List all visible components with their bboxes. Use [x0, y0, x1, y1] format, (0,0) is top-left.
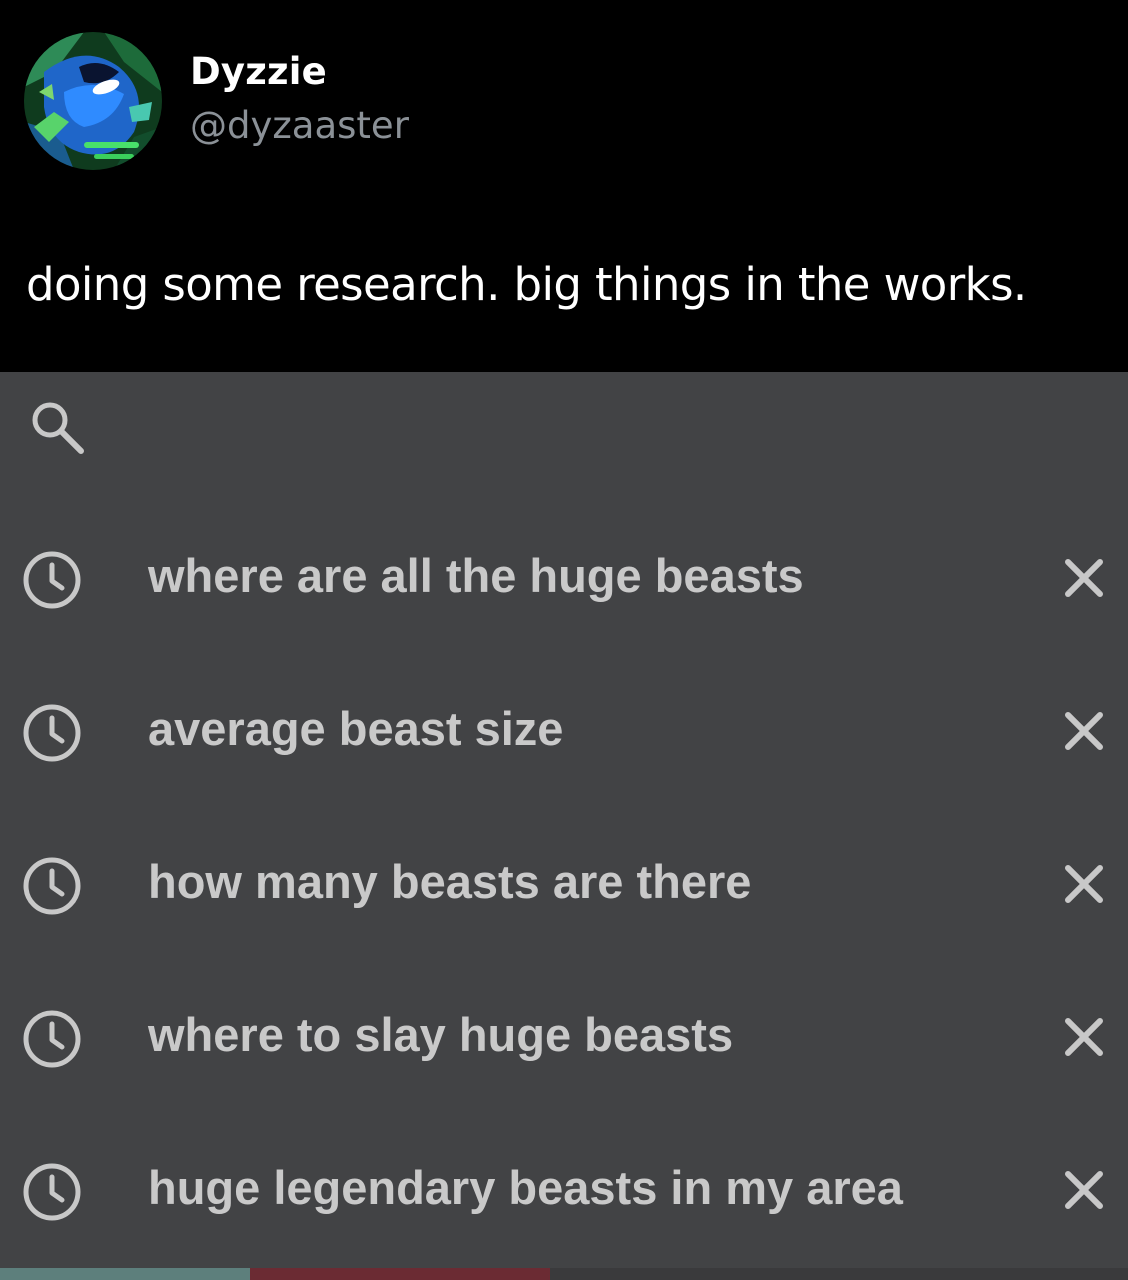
- suggestion-label: average beast size: [148, 702, 564, 755]
- close-icon[interactable]: [1058, 858, 1110, 910]
- tweet: Dyzzie @dyzaaster doing some research. b…: [0, 0, 1128, 372]
- avatar[interactable]: [24, 32, 162, 170]
- suggestion-label: how many beasts are there: [148, 855, 752, 908]
- suggestion-label: where are all the huge beasts: [148, 549, 804, 602]
- author-name[interactable]: Dyzzie: [190, 50, 327, 93]
- search-suggestions-panel: where are all the huge beasts average be…: [0, 372, 1128, 1280]
- close-icon[interactable]: [1058, 552, 1110, 604]
- clock-icon: [23, 1010, 81, 1068]
- author-handle[interactable]: @dyzaaster: [190, 104, 409, 147]
- background-strip: [0, 1268, 1128, 1280]
- suggestion-item[interactable]: huge legendary beasts in my area: [0, 1136, 1128, 1246]
- clock-icon: [23, 1163, 81, 1221]
- close-icon[interactable]: [1058, 1011, 1110, 1063]
- avatar-image: [24, 32, 162, 170]
- suggestion-item[interactable]: where to slay huge beasts: [0, 983, 1128, 1093]
- suggestion-label: where to slay huge beasts: [148, 1008, 734, 1061]
- suggestion-item[interactable]: how many beasts are there: [0, 830, 1128, 940]
- screenshot: Dyzzie @dyzaaster doing some research. b…: [0, 0, 1128, 1280]
- background-segment: [250, 1268, 550, 1280]
- search-bar[interactable]: [0, 372, 1128, 482]
- clock-icon: [23, 857, 81, 915]
- clock-icon: [23, 551, 81, 609]
- background-segment: [0, 1268, 250, 1280]
- close-icon[interactable]: [1058, 705, 1110, 757]
- tweet-text: doing some research. big things in the w…: [26, 258, 1027, 311]
- suggestion-item[interactable]: average beast size: [0, 677, 1128, 787]
- suggestion-label: huge legendary beasts in my area: [148, 1161, 903, 1214]
- clock-icon: [23, 704, 81, 762]
- background-segment: [550, 1268, 1128, 1280]
- suggestion-item[interactable]: where are all the huge beasts: [0, 524, 1128, 634]
- close-icon[interactable]: [1058, 1164, 1110, 1216]
- search-icon[interactable]: [26, 396, 88, 458]
- search-input[interactable]: [110, 392, 1094, 464]
